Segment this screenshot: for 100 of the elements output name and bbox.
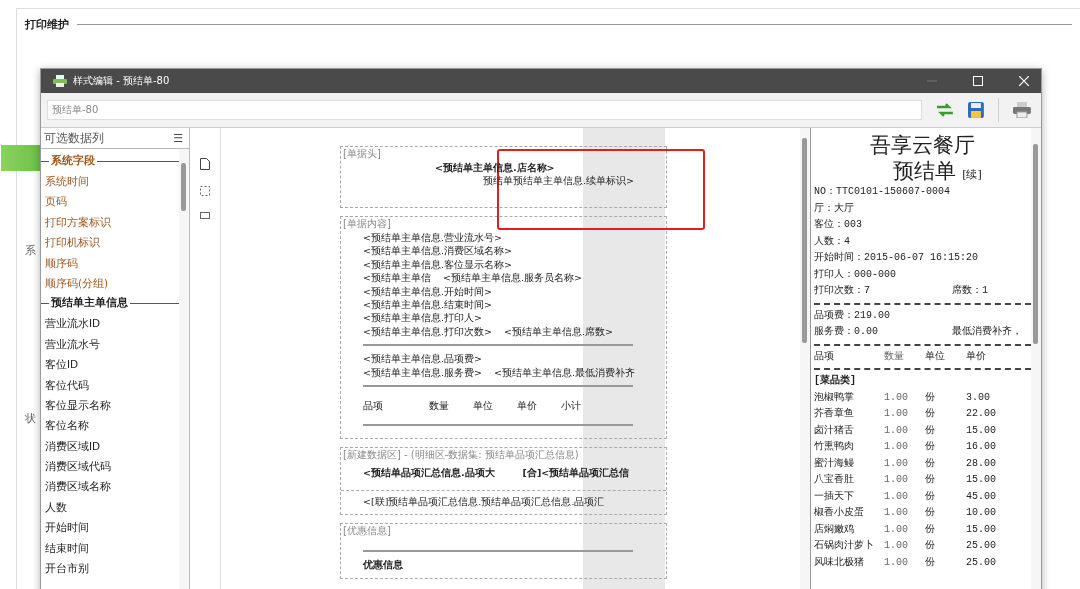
template-text: <预结单主单信息.消费区域名称> xyxy=(363,245,512,257)
receipt-cell-text: 竹熏鸭肉 xyxy=(814,439,855,454)
field-item[interactable]: 系统时间 xyxy=(41,171,179,192)
scrollbar[interactable] xyxy=(1031,128,1041,589)
page-title: 打印维护 xyxy=(25,17,69,32)
field-item[interactable]: 开始时间 xyxy=(41,517,179,538)
receipt-cell-text: 15.00 xyxy=(966,423,997,438)
category-heading: [菜品类] xyxy=(814,375,856,386)
template-text: <[联]预结单品项汇总信息.预结单品项汇总信息.品项汇 xyxy=(363,495,605,507)
receipt-cell-text: 1.00 xyxy=(884,473,909,487)
receipt-cell-text: 店焖嫩鸡 xyxy=(814,522,855,537)
column-heading: 品项 xyxy=(363,399,384,413)
template-text: <预结单主单信息.服务员名称> xyxy=(442,272,582,284)
receipt-line: 人数：4 xyxy=(814,235,850,247)
receipt-cell-text: 份 xyxy=(925,390,936,405)
template-text: <预结单品项汇总信息.品项大 xyxy=(363,466,495,480)
column-heading: 小计 xyxy=(561,399,582,413)
receipt-cell-text: 3.00 xyxy=(966,390,991,405)
receipt-cell-text: 1.00 xyxy=(884,407,909,421)
receipt-cell-text: 28.00 xyxy=(966,456,997,471)
template-text: <预结单主单信息.品项费> xyxy=(363,353,482,365)
template-text: <预结单主单信息.营业流水号> xyxy=(363,232,502,243)
swap-icon[interactable] xyxy=(936,103,955,117)
field-item[interactable]: 打印方案标识 xyxy=(41,211,179,233)
template-text: <预结单主单信 xyxy=(363,272,431,284)
receipt-cell-text: 单位 xyxy=(925,349,946,364)
close-icon[interactable] xyxy=(1019,76,1029,86)
receipt-cell-text: 1.00 xyxy=(884,522,909,537)
template-text: <预结单主单信息.打印次数> xyxy=(363,325,492,337)
scrollbar[interactable] xyxy=(800,128,810,589)
save-icon[interactable] xyxy=(968,102,985,118)
field-item[interactable]: 顺序码 xyxy=(41,252,179,273)
receipt-line: 客位：003 xyxy=(814,219,862,230)
field-item[interactable]: 营业流水号 xyxy=(41,333,179,355)
field-item[interactable]: 客位显示名称 xyxy=(41,394,179,416)
group-heading: 预结单主单信息 xyxy=(51,296,128,311)
field-item[interactable]: 客位名称 xyxy=(41,415,179,436)
receipt-subtitle: 预结单 xyxy=(893,158,957,184)
field-item[interactable]: 开台市别 xyxy=(41,558,179,579)
receipt-cell-text: 单价 xyxy=(966,349,987,364)
receipt-cell-text: 份 xyxy=(925,407,936,421)
dashed-square-icon[interactable] xyxy=(200,186,210,196)
field-item[interactable]: 人数 xyxy=(41,496,179,518)
print-icon[interactable] xyxy=(1013,102,1031,118)
receipt-line: 席数：1 xyxy=(952,283,988,298)
template-text: [合]<预结单品项汇总信 xyxy=(522,466,630,480)
section-label: [优惠信息] xyxy=(343,524,392,539)
receipt-cell-text: 数量 xyxy=(884,349,905,364)
receipt-cell-text: 泡椒鸭掌 xyxy=(814,390,855,405)
continued-tag: [续] xyxy=(962,167,982,182)
rectangle-icon[interactable] xyxy=(200,212,210,219)
printer-icon xyxy=(53,75,67,87)
receipt-cell-text: 16.00 xyxy=(966,440,997,454)
template-text: <预结单主单信息.打印人> xyxy=(363,312,482,324)
page-icon[interactable] xyxy=(200,158,210,170)
receipt-cell-text: 风味北极猪 xyxy=(814,555,865,570)
receipt-cell-text: 份 xyxy=(925,522,936,537)
template-text: <预结单主单信息.客位显示名称> xyxy=(363,258,512,270)
field-item[interactable]: 消费区域代码 xyxy=(41,456,179,477)
receipt-cell-text: 石锅肉汁萝卜 xyxy=(814,538,875,553)
receipt-line: 品项费：219.00 xyxy=(814,309,890,321)
field-item[interactable]: 消费区域ID xyxy=(41,435,179,457)
receipt-cell-text: 份 xyxy=(925,456,936,471)
field-item[interactable]: 打印机标识 xyxy=(41,232,179,253)
list-icon[interactable]: ☰ xyxy=(173,131,183,145)
maximize-icon[interactable] xyxy=(973,76,983,86)
field-item[interactable]: 页码 xyxy=(41,191,179,212)
template-text: <预结单主单信息.结束时间> xyxy=(363,299,492,311)
field-item[interactable]: 消费区域名称 xyxy=(41,476,179,497)
section-heading: 优惠信息 xyxy=(363,559,403,571)
receipt-cell-text: 份 xyxy=(925,555,936,570)
receipt-cell-text: 品项 xyxy=(814,349,835,364)
name-field[interactable]: 预结单-80 xyxy=(47,100,923,120)
receipt-cell-text: 份 xyxy=(925,539,936,553)
receipt-cell-text: 芥香章鱼 xyxy=(814,406,855,421)
receipt-cell-text: 10.00 xyxy=(966,506,997,520)
scrollbar[interactable] xyxy=(179,149,189,589)
receipt-cell-text: 15.00 xyxy=(966,522,997,537)
panel-title: 可选数据列 xyxy=(44,129,104,147)
receipt-cell-text: 22.00 xyxy=(966,407,997,421)
section-label: [新建数据区] - (明细区-数据集: 预结单品项汇总信息) xyxy=(343,448,580,463)
column-heading: 单位 xyxy=(473,399,494,413)
receipt-line: 开始时间：2015-06-07 16:15:20 xyxy=(814,252,979,263)
column-heading: 单价 xyxy=(517,399,538,413)
receipt-cell-text: 份 xyxy=(925,473,936,487)
receipt-title: 吾享云餐厅 xyxy=(869,132,976,158)
receipt-line: NO：TTC0101-150607-0004 xyxy=(814,186,951,197)
field-item[interactable]: 客位ID xyxy=(41,354,179,375)
receipt-cell-text: 1.00 xyxy=(884,489,909,504)
column-heading: 数量 xyxy=(429,399,450,413)
template-text: <预结单主单信息.开始时间> xyxy=(363,285,492,297)
receipt-cell-text: 份 xyxy=(925,423,936,438)
field-item[interactable]: 客位代码 xyxy=(41,374,179,395)
field-item[interactable]: 结束时间 xyxy=(41,537,179,559)
receipt-cell-text: 卤汁猪舌 xyxy=(814,423,855,438)
template-text: <预结单主单信息.席数> xyxy=(503,325,613,337)
field-item[interactable]: 顺序码(分组) xyxy=(41,272,179,294)
receipt-cell-text: 25.00 xyxy=(966,555,997,570)
field-item[interactable]: 营业流水ID xyxy=(41,313,179,334)
receipt-line: 厅：大厅 xyxy=(814,202,854,214)
